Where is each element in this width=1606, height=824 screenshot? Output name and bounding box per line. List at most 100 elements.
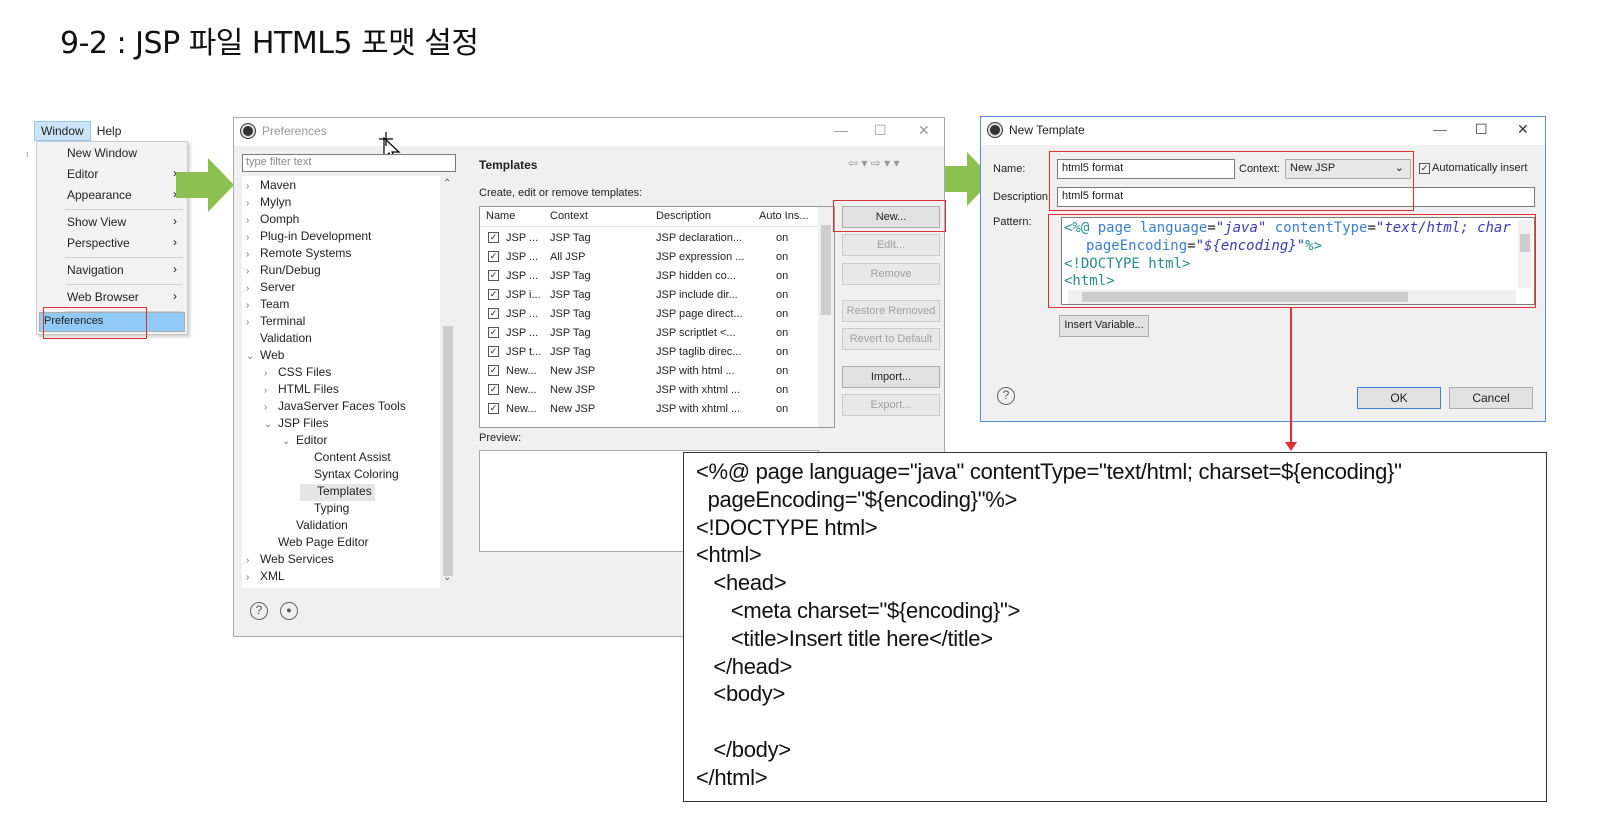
- tree-item[interactable]: › Team: [246, 297, 289, 314]
- scroll-down-icon[interactable]: ⌄: [443, 572, 451, 583]
- tree-item[interactable]: Templates: [300, 484, 375, 501]
- ok-button[interactable]: OK: [1357, 387, 1441, 409]
- twisty-icon[interactable]: ›: [246, 572, 260, 583]
- twisty-icon[interactable]: ›: [264, 385, 278, 396]
- tree-item[interactable]: ⌄ Editor: [282, 433, 327, 450]
- table-row[interactable]: ✓ JSP ... JSP Tag JSP page direct... on: [480, 305, 820, 324]
- twisty-icon[interactable]: ›: [246, 283, 260, 294]
- tree-item[interactable]: › Plug-in Development: [246, 229, 371, 246]
- table-scrollbar[interactable]: [818, 207, 834, 427]
- tree-item[interactable]: ⌄ Web: [246, 348, 284, 365]
- tree-item[interactable]: › CSS Files: [264, 365, 331, 382]
- import-button[interactable]: Import...: [842, 366, 940, 388]
- tree-item[interactable]: › Run/Debug: [246, 263, 321, 280]
- twisty-icon[interactable]: ›: [264, 368, 278, 379]
- insert-variable-button[interactable]: Insert Variable...: [1059, 315, 1149, 337]
- maximize-icon[interactable]: ☐: [1475, 121, 1488, 138]
- tree-scrollbar[interactable]: ⌃ ⌄: [440, 176, 456, 588]
- table-row[interactable]: ✓ JSP t... JSP Tag JSP taglib direc... on: [480, 343, 820, 362]
- edit-template-button[interactable]: Edit...: [842, 234, 940, 256]
- minimize-icon[interactable]: —: [1433, 121, 1447, 137]
- row-checkbox[interactable]: ✓: [488, 327, 499, 338]
- twisty-icon[interactable]: ›: [246, 215, 260, 226]
- row-checkbox[interactable]: ✓: [488, 365, 499, 376]
- tree-item[interactable]: › Maven: [246, 178, 296, 195]
- twisty-icon[interactable]: ⌄: [282, 436, 296, 447]
- twisty-icon[interactable]: ›: [246, 181, 260, 192]
- cancel-button[interactable]: Cancel: [1449, 387, 1533, 409]
- maximize-icon[interactable]: ☐: [874, 122, 887, 139]
- tree-item[interactable]: › Server: [246, 280, 295, 297]
- tree-item[interactable]: › HTML Files: [264, 382, 339, 399]
- tree-scroll-thumb[interactable]: [443, 326, 453, 576]
- auto-insert-checkbox[interactable]: ✓: [1419, 163, 1430, 174]
- tree-item[interactable]: › XML: [246, 569, 285, 586]
- row-checkbox[interactable]: ✓: [488, 308, 499, 319]
- tree-item[interactable]: Typing: [300, 501, 349, 518]
- minimize-icon[interactable]: —: [834, 122, 848, 138]
- close-icon[interactable]: ✕: [1517, 121, 1529, 138]
- table-row[interactable]: ✓ New... New JSP JSP with xhtml ... on: [480, 400, 820, 419]
- tree-item[interactable]: Content Assist: [300, 450, 391, 467]
- row-checkbox[interactable]: ✓: [488, 289, 499, 300]
- table-row[interactable]: ✓ JSP ... JSP Tag JSP declaration... on: [480, 229, 820, 248]
- menu-item-new-window[interactable]: New Window: [39, 144, 185, 164]
- record-icon[interactable]: ●: [280, 602, 298, 620]
- row-checkbox[interactable]: ✓: [488, 232, 499, 243]
- help-icon[interactable]: ?: [250, 602, 268, 620]
- menu-item-navigation[interactable]: Navigation ›: [39, 261, 185, 281]
- menu-item-show-view[interactable]: Show View ›: [39, 213, 185, 233]
- row-checkbox[interactable]: ✓: [488, 270, 499, 281]
- restore-removed-button[interactable]: Restore Removed: [842, 300, 940, 322]
- tree-item[interactable]: Syntax Coloring: [300, 467, 399, 484]
- twisty-icon[interactable]: ⌄: [264, 419, 278, 430]
- twisty-icon[interactable]: ›: [246, 555, 260, 566]
- table-row[interactable]: ✓ New... New JSP JSP with html ... on: [480, 362, 820, 381]
- col-name[interactable]: Name: [486, 210, 515, 222]
- filter-input[interactable]: type filter text: [242, 154, 456, 172]
- scroll-up-icon[interactable]: ⌃: [443, 178, 451, 189]
- col-auto-insert[interactable]: Auto Ins...: [759, 210, 809, 222]
- tree-item[interactable]: › Mylyn: [246, 195, 291, 212]
- menu-item-perspective[interactable]: Perspective ›: [39, 234, 185, 254]
- help-icon[interactable]: ?: [997, 387, 1015, 405]
- table-scroll-thumb[interactable]: [821, 225, 831, 315]
- row-checkbox[interactable]: ✓: [488, 346, 499, 357]
- twisty-icon[interactable]: ›: [246, 232, 260, 243]
- tree-item[interactable]: ⌄ JSP Files: [264, 416, 328, 433]
- revert-to-default-button[interactable]: Revert to Default: [842, 328, 940, 350]
- table-row[interactable]: ✓ JSP ... JSP Tag JSP scriptlet <... on: [480, 324, 820, 343]
- table-row[interactable]: ✓ JSP ... All JSP JSP expression ... on: [480, 248, 820, 267]
- row-checkbox[interactable]: ✓: [488, 251, 499, 262]
- nav-back-forward-icons[interactable]: ⇦ ▾ ⇨ ▾ ▾: [848, 156, 900, 170]
- tree-item[interactable]: Web Page Editor: [264, 535, 369, 552]
- menu-item-web-browser[interactable]: Web Browser ›: [39, 288, 185, 308]
- col-context[interactable]: Context: [550, 210, 588, 222]
- twisty-icon[interactable]: ›: [246, 249, 260, 260]
- menu-item-appearance[interactable]: Appearance ›: [39, 186, 185, 206]
- tree-item[interactable]: › Oomph: [246, 212, 299, 229]
- export-button[interactable]: Export...: [842, 394, 940, 416]
- twisty-icon[interactable]: ›: [264, 402, 278, 413]
- col-description[interactable]: Description: [656, 210, 711, 222]
- table-row[interactable]: ✓ New... New JSP JSP with xhtml ... on: [480, 381, 820, 400]
- row-checkbox[interactable]: ✓: [488, 403, 499, 414]
- twisty-icon[interactable]: ⌄: [246, 351, 260, 362]
- tree-item[interactable]: Validation: [246, 331, 312, 348]
- tree-item[interactable]: › Terminal: [246, 314, 305, 331]
- menu-help[interactable]: Help: [91, 122, 128, 140]
- twisty-icon[interactable]: ›: [246, 300, 260, 311]
- tree-item[interactable]: › Remote Systems: [246, 246, 351, 263]
- close-icon[interactable]: ✕: [918, 122, 930, 139]
- tree-item[interactable]: › JavaServer Faces Tools: [264, 399, 406, 416]
- twisty-icon[interactable]: ›: [246, 317, 260, 328]
- row-checkbox[interactable]: ✓: [488, 384, 499, 395]
- table-row[interactable]: ✓ JSP i... JSP Tag JSP include dir... on: [480, 286, 820, 305]
- twisty-icon[interactable]: ›: [246, 198, 260, 209]
- remove-template-button[interactable]: Remove: [842, 263, 940, 285]
- menu-item-editor[interactable]: Editor ›: [39, 165, 185, 185]
- tree-item[interactable]: › Web Services: [246, 552, 334, 569]
- menu-window[interactable]: Window: [34, 121, 91, 141]
- twisty-icon[interactable]: ›: [246, 266, 260, 277]
- tree-item[interactable]: Validation: [282, 518, 348, 535]
